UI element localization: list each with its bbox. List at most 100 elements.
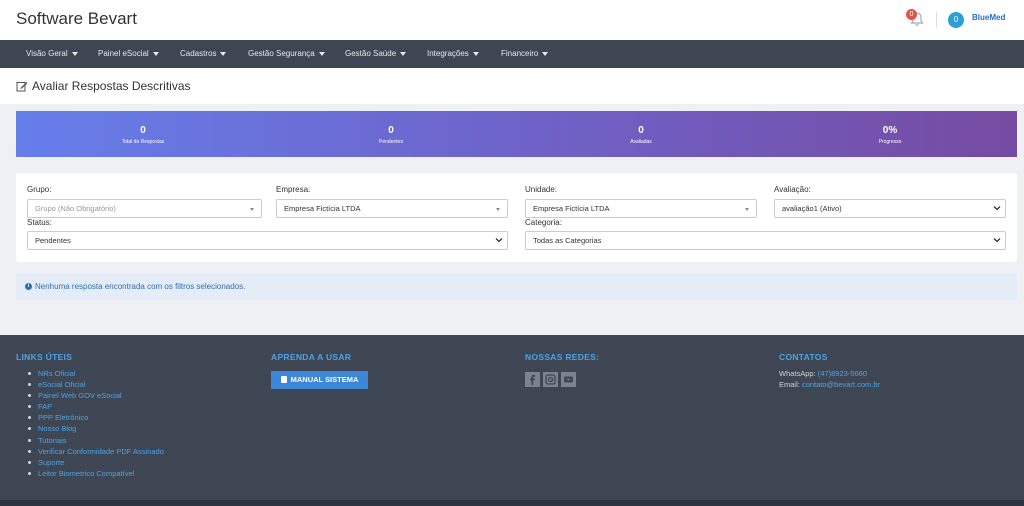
company-logo[interactable]: BlueMed (972, 13, 1005, 22)
divider (936, 12, 937, 28)
avaliacao-label: Avaliação: (774, 185, 811, 194)
nav-label: Visão Geral (26, 49, 68, 58)
empresa-value: Empresa Fictícia LTDA (284, 204, 361, 213)
nav-gestao-saude[interactable]: Gestão Saúde (345, 40, 407, 68)
footer-link[interactable]: Verificar Conformidade PDF Assinado (28, 446, 164, 457)
avaliacao-select[interactable]: avaliação1 (Ativo) (774, 199, 1006, 218)
status-select[interactable]: Pendentes (27, 231, 508, 250)
chevron-down-icon (993, 206, 1001, 211)
page-title: Avaliar Respostas Descritivas (32, 79, 191, 93)
social-heading: NOSSAS REDES: (525, 352, 600, 362)
categoria-select[interactable]: Todas as Categorias (525, 231, 1006, 250)
status-value: Pendentes (35, 236, 71, 245)
footer-link[interactable]: PPP Eletrônico (28, 412, 164, 423)
email-contact: Email: contato@bevart.com.br (779, 380, 880, 389)
footer-link[interactable]: Suporte (28, 457, 164, 468)
company-count-badge[interactable]: 0 (948, 12, 964, 28)
stat-label: Pendentes (379, 139, 403, 145)
caret-down-icon (250, 208, 254, 211)
empresa-label: Empresa: (276, 185, 311, 194)
caret-down-icon (472, 51, 479, 56)
caret-down-icon (152, 51, 159, 56)
chevron-down-icon (993, 238, 1001, 243)
stat-label: Total de Respostas (121, 139, 165, 145)
footer-link[interactable]: Painel Web GOV eSocial (28, 390, 164, 401)
caret-down-icon (71, 51, 78, 56)
nav-label: Financeiro (501, 49, 539, 58)
stat-label: Avaliadas (630, 139, 652, 145)
avaliacao-value: avaliação1 (Ativo) (782, 204, 842, 213)
stat-progresso: 0% Progresso (765, 111, 1015, 157)
book-icon (280, 376, 287, 383)
grupo-label: Grupo: (27, 185, 52, 194)
links-heading: LINKS ÚTEIS (16, 352, 73, 362)
unidade-value: Empresa Fictícia LTDA (533, 204, 610, 213)
whatsapp-label: WhatsApp: (779, 369, 816, 378)
nav-painel-esocial[interactable]: Painel eSocial (98, 40, 159, 68)
info-alert: i Nenhuma resposta encontrada com os fil… (16, 273, 1017, 300)
footer: LINKS ÚTEIS NRs Oficial eSocial Oficial … (0, 335, 1024, 500)
youtube-icon[interactable] (561, 372, 576, 387)
nav-financeiro[interactable]: Financeiro (501, 40, 549, 68)
stat-pendentes: 0 Pendentes (266, 111, 516, 157)
nav-label: Gestão Saúde (345, 49, 397, 58)
footer-link[interactable]: FAP (28, 401, 164, 412)
manual-button-label: MANUAL SISTEMA (290, 375, 359, 384)
nav-label: Painel eSocial (98, 49, 149, 58)
stat-total: 0 Total de Respostas (18, 111, 268, 157)
chevron-down-icon (495, 238, 503, 243)
status-label: Status: (27, 218, 52, 227)
whatsapp-contact: WhatsApp: (47)8923-5660 (779, 369, 867, 378)
whatsapp-link[interactable]: (47)8923-5660 (818, 369, 867, 378)
footer-link[interactable]: NRs Oficial (28, 368, 164, 379)
alert-text: Nenhuma resposta encontrada com os filtr… (35, 282, 246, 291)
email-label: Email: (779, 380, 800, 389)
unidade-select[interactable]: Empresa Fictícia LTDA (525, 199, 757, 218)
nav-label: Cadastros (180, 49, 217, 58)
notification-badge[interactable]: 0 (906, 9, 917, 20)
email-link[interactable]: contato@bevart.com.br (802, 380, 880, 389)
main-navbar: Visão Geral Painel eSocial Cadastros Ges… (0, 40, 1024, 68)
nav-visao-geral[interactable]: Visão Geral (26, 40, 78, 68)
grupo-placeholder: Grupo (Não Obrigatório) (35, 204, 116, 213)
stat-value: 0 (140, 125, 146, 136)
stat-value: 0 (638, 125, 644, 136)
categoria-label: Categoria: (525, 218, 562, 227)
nav-integracoes[interactable]: Integrações (427, 40, 479, 68)
footer-link[interactable]: Tutoriais (28, 435, 164, 446)
useful-links-list: NRs Oficial eSocial Oficial Painel Web G… (28, 368, 164, 479)
stat-value: 0% (882, 125, 898, 136)
instagram-icon[interactable] (543, 372, 558, 387)
stat-value: 0 (388, 125, 394, 136)
categoria-value: Todas as Categorias (533, 236, 602, 245)
page-header: Avaliar Respostas Descritivas (0, 68, 1024, 104)
nav-cadastros[interactable]: Cadastros (180, 40, 227, 68)
stat-label: Progresso (878, 139, 902, 145)
footer-link[interactable]: Leitor Biometrico Compatível (28, 468, 164, 479)
top-bar: Software Bevart 0 0 BlueMed (0, 0, 1024, 40)
stat-avaliadas: 0 Avaliadas (516, 111, 766, 157)
nav-gestao-seguranca[interactable]: Gestão Segurança (248, 40, 325, 68)
edit-icon (16, 82, 28, 92)
caret-down-icon (542, 51, 549, 56)
filters-panel: Grupo: Grupo (Não Obrigatório) Empresa: … (16, 173, 1017, 262)
contacts-heading: CONTATOS (779, 352, 828, 362)
caret-down-icon (220, 51, 227, 56)
caret-down-icon (318, 51, 325, 56)
brand-title[interactable]: Software Bevart (16, 9, 137, 29)
unidade-label: Unidade: (525, 185, 558, 194)
empresa-select[interactable]: Empresa Fictícia LTDA (276, 199, 508, 218)
nav-label: Integrações (427, 49, 469, 58)
caret-down-icon (496, 208, 500, 211)
footer-link[interactable]: eSocial Oficial (28, 379, 164, 390)
caret-down-icon (745, 208, 749, 211)
facebook-icon[interactable] (525, 372, 540, 387)
learn-heading: APRENDA A USAR (271, 352, 352, 362)
nav-label: Gestão Segurança (248, 49, 315, 58)
stats-panel: 0 Total de Respostas 0 Pendentes 0 Avali… (16, 111, 1017, 157)
grupo-select[interactable]: Grupo (Não Obrigatório) (27, 199, 262, 218)
manual-system-button[interactable]: MANUAL SISTEMA (271, 371, 368, 389)
footer-link[interactable]: Nosso Blog (28, 423, 164, 434)
caret-down-icon (400, 51, 407, 56)
info-icon: i (25, 283, 32, 290)
